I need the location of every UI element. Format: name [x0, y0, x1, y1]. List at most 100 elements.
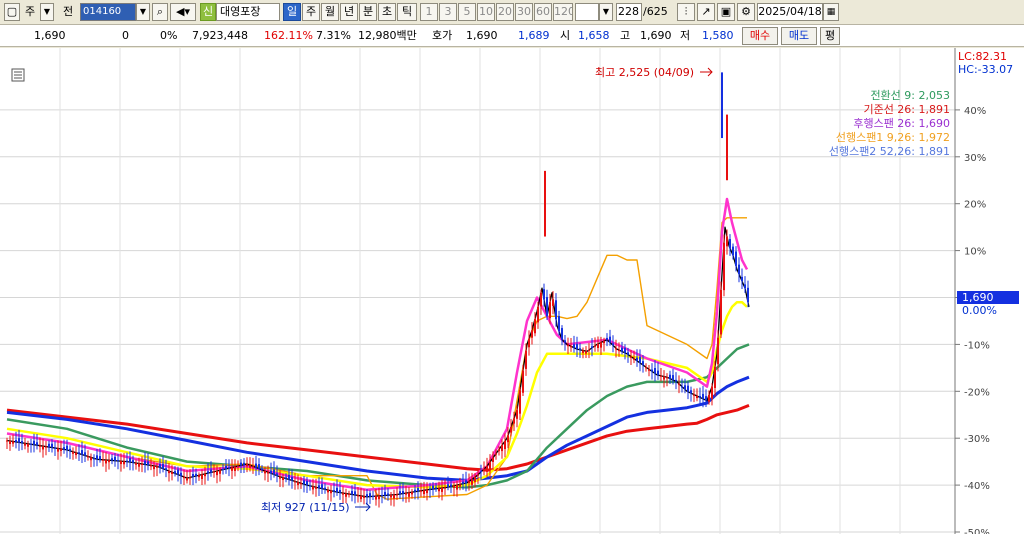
- stock-code-input[interactable]: 014160: [80, 3, 136, 21]
- candle-body: [405, 493, 407, 495]
- candle-body: [525, 350, 527, 369]
- candle-body: [591, 346, 593, 348]
- y-tick-label: -20%: [964, 387, 990, 398]
- candle-body: [330, 490, 332, 494]
- candle-body: [57, 448, 59, 452]
- speaker-icon[interactable]: ◀▾: [170, 3, 196, 21]
- candle-body: [54, 447, 56, 449]
- buy-button[interactable]: 매수: [742, 27, 778, 45]
- candle-body: [549, 302, 551, 319]
- candle-body: [711, 386, 713, 399]
- interval-20[interactable]: 20: [496, 3, 514, 21]
- candle-body: [345, 493, 347, 497]
- candle-body: [597, 343, 599, 348]
- sell-button[interactable]: 매도: [781, 27, 817, 45]
- candle-body: [315, 487, 317, 489]
- candle-body: [120, 461, 122, 465]
- candle-body: [36, 442, 38, 446]
- candle-icon[interactable]: ⫶: [677, 3, 695, 21]
- interval-custom-input[interactable]: [575, 3, 599, 21]
- open-price: 1,658: [578, 29, 610, 42]
- period-minute[interactable]: 분: [359, 3, 377, 21]
- price-change: 0: [122, 29, 129, 42]
- candle-body: [489, 462, 491, 470]
- high-annotation: 최고 2,525 (04/09): [595, 66, 694, 79]
- price-chart[interactable]: 40% 30% 20% 10% -10% -20% -30% -40% -50% LC:82.3…: [0, 48, 1024, 534]
- legend-entry: 기준선 26: 1,891: [863, 103, 950, 116]
- calendar-icon[interactable]: ▦: [823, 3, 839, 21]
- candle-body: [612, 343, 614, 346]
- legend-entry: 후행스팬 26: 1,690: [853, 117, 950, 130]
- candle-body: [33, 440, 35, 445]
- y-tick-label: -10%: [964, 340, 990, 351]
- candle-body: [471, 479, 473, 485]
- candle-body: [90, 457, 92, 461]
- candle-body: [60, 448, 62, 451]
- period-month[interactable]: 월: [321, 3, 339, 21]
- candle-body: [738, 264, 740, 275]
- candle-body: [282, 477, 284, 481]
- candle-body: [84, 452, 86, 456]
- candle-body: [408, 492, 410, 497]
- interval-10[interactable]: 10: [477, 3, 495, 21]
- candle-body: [579, 348, 581, 350]
- code-dropdown-icon[interactable]: ▼: [136, 3, 150, 21]
- legend-entry: 선행스팬1 9,26: 1,972: [836, 131, 950, 144]
- candle-body: [546, 297, 548, 317]
- candle-body: [27, 443, 29, 447]
- candle-body: [243, 462, 245, 465]
- candle-body: [465, 480, 467, 483]
- chevron-down-icon[interactable]: ▼: [40, 3, 54, 21]
- window-icon[interactable]: ▢: [4, 3, 20, 21]
- y-tick-label: 10%: [964, 247, 986, 258]
- interval-1[interactable]: 1: [420, 3, 438, 21]
- candle-body: [381, 494, 383, 496]
- period-second[interactable]: 초: [378, 3, 396, 21]
- interval-5[interactable]: 5: [458, 3, 476, 21]
- candle-body: [129, 457, 131, 463]
- bar-count-input[interactable]: 228: [616, 3, 642, 21]
- candle-body: [21, 441, 23, 443]
- interval-dropdown-icon[interactable]: ▼: [599, 3, 613, 21]
- candle-body: [12, 441, 14, 444]
- candle-body: [219, 470, 221, 474]
- interval-120[interactable]: 120: [553, 3, 573, 21]
- candle-body: [696, 395, 698, 399]
- candle-body: [687, 385, 689, 392]
- candle-body: [294, 481, 296, 483]
- candle-body: [492, 457, 494, 462]
- candle-body: [324, 487, 326, 490]
- ask-price: 1,690: [466, 29, 498, 42]
- candle-body: [423, 490, 425, 495]
- candle-body: [351, 490, 353, 495]
- interval-30[interactable]: 30: [515, 3, 533, 21]
- save-icon[interactable]: ▣: [717, 3, 735, 21]
- candle-body: [570, 346, 572, 348]
- candle-body: [15, 439, 17, 442]
- lc-label: LC:82.31: [958, 50, 1007, 63]
- candle-body: [450, 484, 452, 487]
- gear-icon[interactable]: ⚙: [737, 3, 755, 21]
- candle-body: [297, 482, 299, 486]
- period-day[interactable]: 일: [283, 3, 301, 21]
- search-icon[interactable]: ⌕: [152, 3, 168, 21]
- candle-body: [615, 348, 617, 350]
- candle-body: [174, 471, 176, 474]
- eval-button[interactable]: 평: [820, 27, 840, 45]
- candle-body: [735, 251, 737, 266]
- interval-60[interactable]: 60: [534, 3, 552, 21]
- interval-3[interactable]: 3: [439, 3, 457, 21]
- chart-canvas[interactable]: 40% 30% 20% 10% -10% -20% -30% -40% -50% LC:82.3…: [0, 48, 1024, 534]
- period-year[interactable]: 년: [340, 3, 358, 21]
- candle-body: [573, 344, 575, 348]
- date-field[interactable]: 2025/04/18: [757, 3, 823, 21]
- tab-all[interactable]: 전: [58, 3, 78, 21]
- line-tool-icon[interactable]: ↗: [697, 3, 715, 21]
- candle-body: [582, 350, 584, 353]
- candle-body: [474, 477, 476, 482]
- period-tick[interactable]: 틱: [397, 3, 417, 21]
- price-change-rate: 0%: [160, 29, 178, 42]
- tab-stock[interactable]: 주: [22, 3, 38, 21]
- period-week[interactable]: 주: [302, 3, 320, 21]
- candle-body: [45, 446, 47, 448]
